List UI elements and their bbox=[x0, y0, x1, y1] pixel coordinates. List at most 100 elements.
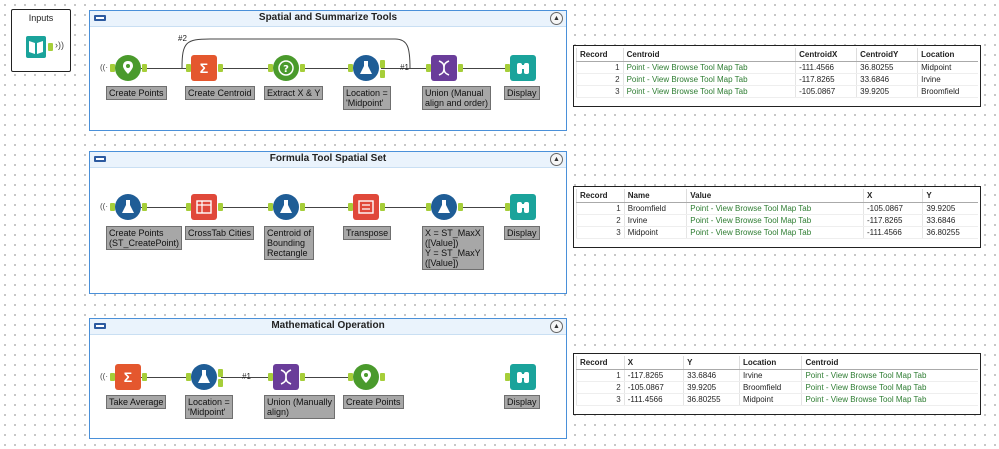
column-header[interactable]: Location bbox=[917, 48, 978, 62]
output-anchor[interactable] bbox=[218, 379, 223, 387]
tool-label-maxxy[interactable]: X = ST_MaxX ([Value]) Y = ST_MaxY ([Valu… bbox=[422, 226, 484, 270]
collapse-button[interactable]: ▲ bbox=[550, 320, 563, 333]
formula-question-icon[interactable]: ? bbox=[273, 55, 299, 81]
table-cell: -105.0867 bbox=[862, 202, 923, 215]
table-cell: Midpoint bbox=[738, 393, 802, 406]
container-header[interactable]: Spatial and Summarize Tools ▲ bbox=[90, 11, 566, 27]
formula-flask-icon[interactable] bbox=[273, 194, 299, 220]
record-number: 1 bbox=[576, 369, 625, 382]
tool-label-transpose[interactable]: Transpose bbox=[343, 226, 392, 240]
tool-label-take-average[interactable]: Take Average bbox=[106, 395, 167, 409]
container-formula-spatial: Formula Tool Spatial Set ▲ bbox=[89, 151, 567, 294]
table-cell: Broomfield bbox=[623, 202, 687, 215]
output-anchor[interactable] bbox=[380, 60, 385, 68]
browse-binoculars-icon[interactable] bbox=[510, 194, 536, 220]
table-cell: Point - View Browse Tool Map Tab bbox=[801, 381, 978, 394]
results-grid-3[interactable]: Record X Y Location Centroid 1 -117.8265 33.684… bbox=[573, 353, 981, 415]
tool-label-create-points-st[interactable]: Create Points (ST_CreatePoint) bbox=[106, 226, 183, 250]
output-anchor[interactable] bbox=[142, 373, 147, 381]
tool-label-crosstab[interactable]: CrossTab Cities bbox=[185, 226, 255, 240]
formula-flask-icon[interactable] bbox=[115, 194, 141, 220]
tool-label-display[interactable]: Display bbox=[504, 86, 540, 100]
create-points-icon[interactable] bbox=[115, 55, 141, 81]
connection-label: #2 bbox=[178, 34, 187, 43]
tool-label-location-filter[interactable]: Location = 'Midpoint' bbox=[343, 86, 391, 110]
browse-binoculars-icon[interactable] bbox=[510, 55, 536, 81]
inputs-title: Inputs bbox=[28, 13, 54, 23]
table-row[interactable]: 1 Point - View Browse Tool Map Tab -111.45… bbox=[576, 61, 978, 74]
summarize-icon[interactable]: Σ bbox=[191, 55, 217, 81]
book-icon[interactable] bbox=[26, 36, 46, 58]
output-anchor[interactable] bbox=[300, 373, 305, 381]
filter-flask-icon[interactable] bbox=[191, 364, 217, 390]
tool-label-extract-xy[interactable]: Extract X & Y bbox=[264, 86, 324, 100]
column-header[interactable]: Name bbox=[623, 189, 687, 203]
table-row[interactable]: 2 -105.0867 39.9205 Broomfield Point - View … bbox=[576, 381, 978, 394]
create-points-icon[interactable] bbox=[353, 364, 379, 390]
column-header[interactable]: CentroidY bbox=[856, 48, 918, 62]
table-row[interactable]: 2 Irvine Point - View Browse Tool Map Tab -… bbox=[576, 214, 978, 227]
output-anchor[interactable] bbox=[218, 203, 223, 211]
tool-label-create-centroid[interactable]: Create Centroid bbox=[185, 86, 255, 100]
formula-flask-icon[interactable] bbox=[431, 194, 457, 220]
table-row[interactable]: 3 Midpoint Point - View Browse Tool Map Ta… bbox=[576, 226, 978, 239]
tool-label-union[interactable]: Union (Manual align and order) bbox=[422, 86, 492, 110]
output-anchor[interactable] bbox=[142, 64, 147, 72]
tool-label-display[interactable]: Display bbox=[504, 395, 540, 409]
table-cell: 39.9205 bbox=[922, 202, 978, 215]
browse-binoculars-icon[interactable] bbox=[510, 364, 536, 390]
table-row[interactable]: 1 Broomfield Point - View Browse Tool Map … bbox=[576, 202, 978, 215]
union-dna-icon[interactable] bbox=[431, 55, 457, 81]
output-anchor[interactable] bbox=[218, 369, 223, 377]
table-row[interactable]: 3 -111.4566 36.80255 Midpoint Point - View B… bbox=[576, 393, 978, 406]
tool-label-centroid-bbox[interactable]: Centroid of Bounding Rectangle bbox=[264, 226, 315, 260]
column-header[interactable]: Y bbox=[683, 356, 740, 370]
tool-label-location-filter[interactable]: Location = 'Midpoint' bbox=[185, 395, 233, 419]
tool-label-create-points[interactable]: Create Points bbox=[106, 86, 167, 100]
table-row[interactable]: 1 -117.8265 33.6846 Irvine Point - View Brow… bbox=[576, 369, 978, 382]
output-anchor[interactable] bbox=[218, 64, 223, 72]
output-anchor[interactable] bbox=[380, 373, 385, 381]
output-anchor[interactable] bbox=[458, 203, 463, 211]
column-header[interactable]: Record bbox=[576, 48, 624, 62]
table-row[interactable]: 2 Point - View Browse Tool Map Tab -117.82… bbox=[576, 73, 978, 86]
column-header[interactable]: X bbox=[623, 356, 684, 370]
output-anchor[interactable] bbox=[142, 203, 147, 211]
column-header[interactable]: Centroid bbox=[622, 48, 796, 62]
column-header[interactable]: X bbox=[862, 189, 923, 203]
table-row[interactable]: 3 Point - View Browse Tool Map Tab -105.08… bbox=[576, 85, 978, 98]
output-anchor[interactable] bbox=[300, 203, 305, 211]
container-math-operation: Mathematical Operation ▲ bbox=[89, 318, 567, 439]
tool-label-create-points[interactable]: Create Points bbox=[343, 395, 404, 409]
column-header[interactable]: Record bbox=[576, 356, 625, 370]
transpose-icon[interactable] bbox=[353, 194, 379, 220]
output-anchor[interactable] bbox=[48, 43, 53, 51]
record-number: 3 bbox=[576, 226, 625, 239]
collapse-button[interactable]: ▲ bbox=[550, 12, 563, 25]
output-anchor[interactable] bbox=[458, 64, 463, 72]
summarize-icon[interactable]: Σ bbox=[115, 364, 141, 390]
results-grid-2[interactable]: Record Name Value X Y 1 Broomfield Point - View… bbox=[573, 186, 981, 248]
inputs-tool[interactable]: Inputs ›)) bbox=[11, 9, 71, 72]
output-anchor[interactable] bbox=[380, 70, 385, 78]
column-header[interactable]: Centroid bbox=[801, 356, 978, 370]
column-header[interactable]: Y bbox=[922, 189, 978, 203]
column-header[interactable]: Location bbox=[738, 356, 802, 370]
container-header[interactable]: Mathematical Operation ▲ bbox=[90, 319, 566, 335]
filter-flask-icon[interactable] bbox=[353, 55, 379, 81]
container-title: Mathematical Operation bbox=[271, 320, 385, 331]
output-anchor[interactable] bbox=[380, 203, 385, 211]
results-grid-1[interactable]: Record Centroid CentroidX CentroidY Location… bbox=[573, 45, 981, 107]
column-header[interactable]: Record bbox=[576, 189, 625, 203]
table-cell: -111.4566 bbox=[795, 61, 857, 74]
tool-label-display[interactable]: Display bbox=[504, 226, 540, 240]
table-cell: 39.9205 bbox=[856, 85, 918, 98]
column-header[interactable]: Value bbox=[686, 189, 864, 203]
tool-label-union[interactable]: Union (Manually align) bbox=[264, 395, 336, 419]
collapse-button[interactable]: ▲ bbox=[550, 153, 563, 166]
output-anchor[interactable] bbox=[300, 64, 305, 72]
crosstab-icon[interactable] bbox=[191, 194, 217, 220]
container-header[interactable]: Formula Tool Spatial Set ▲ bbox=[90, 152, 566, 168]
column-header[interactable]: CentroidX bbox=[795, 48, 857, 62]
union-dna-icon[interactable] bbox=[273, 364, 299, 390]
